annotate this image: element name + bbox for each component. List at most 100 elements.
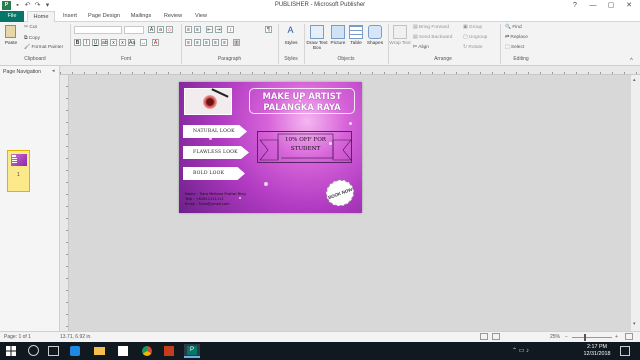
tab-review[interactable]: Review	[160, 11, 186, 22]
replace-button[interactable]: ⇄ Replace	[505, 35, 528, 40]
select-button[interactable]: ⬚ Select	[505, 45, 524, 50]
notification-icon[interactable]	[620, 346, 630, 356]
zoom-level[interactable]: 25%	[550, 334, 560, 340]
chrome-icon[interactable]	[142, 346, 152, 356]
superscript-icon[interactable]: x	[119, 39, 126, 46]
format-painter-button[interactable]: 🖌 Format Painter	[24, 45, 63, 50]
align-left-icon[interactable]: ≡	[185, 39, 192, 46]
picture-button[interactable]: Picture	[329, 24, 347, 54]
clear-formatting-icon[interactable]: ◇	[166, 26, 173, 33]
nav-collapse-icon[interactable]: ◂	[52, 68, 55, 74]
subscript-icon[interactable]: x	[110, 39, 117, 46]
maximize-button[interactable]: ▢	[602, 0, 620, 11]
two-page-view-icon[interactable]	[492, 333, 500, 340]
collapse-ribbon-icon[interactable]: ^	[630, 58, 633, 64]
redo-icon[interactable]: ↷	[33, 1, 42, 10]
bring-forward-button[interactable]: ▤ Bring Forward	[413, 25, 449, 30]
find-button[interactable]: 🔍 Find	[505, 25, 522, 30]
book-now-badge[interactable]: BOOK NOW	[322, 175, 358, 211]
tray-icons[interactable]: ⌃ ▭ ♪	[512, 347, 529, 354]
windows-taskbar: P ⌃ ▭ ♪ 2:17 PM 12/31/2018	[0, 342, 640, 360]
paragraph-marks-button[interactable]: ¶	[265, 26, 272, 33]
font-size-dropdown[interactable]	[124, 26, 144, 34]
cortana-icon[interactable]	[28, 345, 39, 356]
tab-mailings[interactable]: Mailings	[126, 11, 156, 22]
save-icon[interactable]: ▪	[13, 1, 22, 10]
offer-ribbon[interactable]: 10% OFF FOR STUDENT	[257, 131, 352, 163]
copy-button[interactable]: ⧉ Copy	[24, 35, 40, 41]
wrap-text-button[interactable]: Wrap Text	[389, 24, 411, 54]
page-thumbnail[interactable]: 1	[7, 150, 30, 192]
distribute-icon[interactable]: ≡	[221, 39, 228, 46]
align-right-icon[interactable]: ≡	[203, 39, 210, 46]
line-spacing-icon[interactable]: ↕	[227, 26, 234, 33]
tab-view[interactable]: View	[190, 11, 212, 22]
contact-info[interactable]: Name : Tiara Meliana Pratiwi Ring Telp :…	[185, 192, 246, 207]
flyer-title-box[interactable]: MAKE UP ARTIST PALANGKA RAYA	[249, 88, 355, 114]
align-button[interactable]: ⊨ Align	[413, 45, 429, 50]
service-arrow-bold[interactable]: BOLD LOOK	[183, 167, 245, 180]
strikethrough-icon[interactable]: ab	[101, 39, 108, 46]
close-button[interactable]: ✕	[620, 0, 638, 11]
group-button[interactable]: ▣ Group	[463, 25, 482, 30]
font-color-icon[interactable]: A	[152, 39, 159, 46]
tab-home[interactable]: Home	[27, 11, 55, 22]
zoom-slider-thumb[interactable]	[584, 334, 586, 341]
change-case-icon[interactable]: Aa	[128, 39, 135, 46]
makeup-photo[interactable]	[184, 88, 232, 115]
rotate-button[interactable]: ↻ Rotate	[463, 45, 483, 50]
tab-insert[interactable]: Insert	[56, 11, 84, 22]
clock[interactable]: 2:17 PM 12/31/2018	[580, 344, 614, 358]
styles-button[interactable]: A Styles	[282, 24, 300, 54]
zoom-in-icon[interactable]: +	[615, 334, 618, 340]
increase-indent-icon[interactable]: ⇥	[215, 26, 222, 33]
page-status[interactable]: Page: 1 of 1	[4, 334, 31, 340]
align-center-icon[interactable]: ≡	[194, 39, 201, 46]
shapes-button[interactable]: Shapes	[365, 24, 385, 54]
file-explorer-icon[interactable]	[94, 347, 105, 355]
grow-font-icon[interactable]: A	[148, 26, 155, 33]
store-icon[interactable]	[118, 346, 128, 356]
italic-button[interactable]: I	[83, 39, 90, 46]
customize-toolbar-icon[interactable]: ▾	[43, 1, 52, 10]
horizontal-ruler[interactable]	[60, 66, 640, 75]
paste-button[interactable]: Paste	[3, 24, 19, 52]
powerpoint-icon[interactable]	[164, 346, 174, 356]
zoom-slider[interactable]	[572, 334, 612, 341]
tab-page-design[interactable]: Page Design	[85, 11, 123, 22]
windows-start-icon[interactable]	[6, 346, 16, 356]
task-view-icon[interactable]	[48, 346, 59, 356]
publisher-taskbar-button[interactable]: P	[184, 344, 200, 358]
vertical-ruler[interactable]	[60, 75, 69, 331]
columns-icon[interactable]: ▥	[233, 39, 240, 46]
single-page-view-icon[interactable]	[480, 333, 488, 340]
ribbon: Paste ✂ Cut ⧉ Copy 🖌 Format Painter Clip…	[0, 22, 640, 66]
decrease-indent-icon[interactable]: ⇤	[206, 26, 213, 33]
numbering-icon[interactable]: ≡	[194, 26, 201, 33]
font-name-dropdown[interactable]	[74, 26, 122, 34]
scroll-down-icon[interactable]: ▾	[633, 321, 636, 327]
fit-page-icon[interactable]	[625, 333, 633, 340]
cut-button[interactable]: ✂ Cut	[24, 25, 37, 30]
justify-icon[interactable]: ≡	[212, 39, 219, 46]
draw-text-box-button[interactable]: Draw Text Box	[306, 24, 328, 54]
scroll-up-icon[interactable]: ▴	[633, 77, 636, 83]
ungroup-button[interactable]: ▢ Ungroup	[463, 35, 487, 40]
table-button[interactable]: Table	[348, 24, 364, 54]
shrink-font-icon[interactable]: a	[157, 26, 164, 33]
edge-icon[interactable]	[70, 346, 80, 356]
zoom-out-icon[interactable]: −	[565, 334, 568, 340]
vertical-scrollbar[interactable]: ▴ ▾	[631, 75, 640, 331]
help-button[interactable]: ?	[566, 0, 584, 11]
underline-button[interactable]: U	[92, 39, 99, 46]
service-arrow-natural[interactable]: NATURAL LOOK	[183, 125, 247, 138]
character-spacing-icon[interactable]: ↔	[140, 39, 147, 46]
minimize-button[interactable]: —	[584, 0, 602, 11]
tab-file[interactable]: File	[0, 11, 24, 22]
bold-button[interactable]: B	[74, 39, 81, 46]
service-arrow-flawless[interactable]: FLAWLESS LOOK	[183, 146, 249, 159]
send-backward-button[interactable]: ▤ Send Backward	[413, 35, 452, 40]
undo-icon[interactable]: ↶	[23, 1, 32, 10]
flyer-page[interactable]: MAKE UP ARTIST PALANGKA RAYA NATURAL LOO…	[179, 82, 362, 213]
bullets-icon[interactable]: ≡	[185, 26, 192, 33]
